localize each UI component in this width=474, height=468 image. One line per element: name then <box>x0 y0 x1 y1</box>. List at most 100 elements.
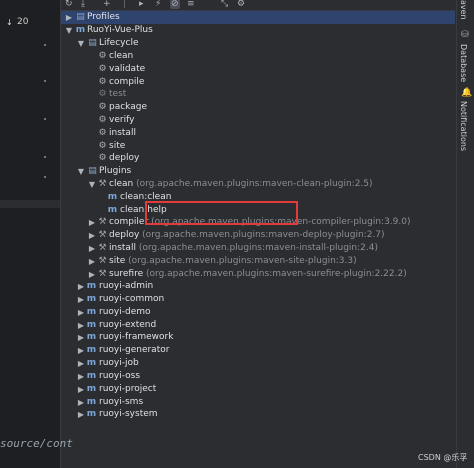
toggle-offline-icon[interactable]: ⚡ <box>155 0 161 9</box>
plugin-coordinates: (org.apache.maven.plugins:maven-install-… <box>138 243 378 253</box>
chevron-right-icon[interactable]: ▶ <box>76 383 86 396</box>
notifications-tab[interactable]: Notifications <box>459 101 468 151</box>
chevron-right-icon[interactable]: ▶ <box>76 293 86 306</box>
plugin-name: compiler <box>109 217 149 227</box>
watermark: CSDN @乐孚 <box>418 453 468 462</box>
gear-icon: ⚙ <box>98 102 107 112</box>
folder-icon: ▤ <box>88 166 97 176</box>
skip-tests-icon[interactable]: ⊘ <box>170 0 180 9</box>
database-tab[interactable]: Database <box>459 44 468 82</box>
chevron-right-icon[interactable]: ▶ <box>76 331 86 344</box>
gutter-marker <box>44 80 46 82</box>
chevron-down-icon[interactable]: ▼ <box>87 178 97 191</box>
fold-arrow-icon[interactable]: ↓ <box>6 18 13 27</box>
module-label: ruoyi-demo <box>99 307 151 317</box>
plugin-name: clean <box>109 179 134 189</box>
chevron-right-icon[interactable]: ▶ <box>76 408 86 421</box>
maven-module-icon: m <box>86 345 97 355</box>
plugin-coordinates: (org.apache.maven.plugins:maven-clean-pl… <box>136 179 373 189</box>
plugin-icon: ⚒ <box>98 217 107 227</box>
lifecycle-label: install <box>109 128 136 138</box>
chevron-right-icon[interactable]: ▶ <box>87 242 97 255</box>
bell-icon[interactable]: 🔔 <box>461 88 472 98</box>
module-label: ruoyi-common <box>99 294 165 304</box>
maven-module-icon: m <box>86 307 97 317</box>
maven-module-icon: m <box>86 281 97 291</box>
folder-icon: ▤ <box>76 12 85 22</box>
editor-divider <box>0 200 60 208</box>
folder-icon: ▤ <box>88 38 97 48</box>
maven-goal-icon: m <box>107 192 118 202</box>
maven-toolbar: ↻ ⤓ + | ▸ ⚡ ⊘ ≡ ⤡ ⚙ <box>61 0 455 11</box>
plugin-name: site <box>109 256 126 266</box>
plugin-coordinates: (org.apache.maven.plugins:maven-surefire… <box>146 269 407 279</box>
plugin-icon: ⚒ <box>98 256 107 266</box>
gear-icon: ⚙ <box>98 115 107 125</box>
lifecycle-label: validate <box>109 64 146 74</box>
chevron-right-icon[interactable]: ▶ <box>76 344 86 357</box>
tree-label-lifecycle: Lifecycle <box>99 38 139 48</box>
chevron-down-icon[interactable]: ▼ <box>64 24 74 37</box>
download-icon[interactable]: ⤓ <box>81 0 85 9</box>
maven-tab[interactable]: aven <box>459 0 468 20</box>
gear-icon: ⚙ <box>98 128 107 138</box>
tree-label-plugins: Plugins <box>99 166 132 176</box>
maven-module-icon: m <box>86 294 97 304</box>
chevron-right-icon[interactable]: ▶ <box>87 229 97 242</box>
maven-module-icon: m <box>86 358 97 368</box>
chevron-right-icon[interactable]: ▶ <box>76 370 86 383</box>
maven-tree: ▶ ▤ Profiles ▼ m RuoYi-Vue-Plus ▼ ▤ Life… <box>61 11 455 441</box>
gear-icon: ⚙ <box>98 51 107 61</box>
module-label: ruoyi-generator <box>99 345 170 355</box>
settings-icon[interactable]: ⚙ <box>237 0 245 9</box>
lifecycle-label: package <box>109 102 147 112</box>
gutter-marker <box>44 176 46 178</box>
lifecycle-label: deploy <box>109 153 140 163</box>
tree-label-project: RuoYi-Vue-Plus <box>87 25 153 35</box>
gutter-line-number: 20 <box>17 17 29 27</box>
plugin-icon: ⚒ <box>98 230 107 240</box>
lifecycle-label: test <box>109 89 127 99</box>
chevron-down-icon[interactable]: ▼ <box>76 165 86 178</box>
chevron-right-icon[interactable]: ▶ <box>64 11 74 24</box>
plugin-icon: ⚒ <box>98 243 107 253</box>
collapse-all-icon[interactable]: ⤡ <box>221 0 228 9</box>
gear-icon: ⚙ <box>98 89 107 99</box>
tree-row-profiles[interactable]: ▶ ▤ Profiles <box>61 11 455 24</box>
plugin-coordinates: (org.apache.maven.plugins:maven-deploy-p… <box>142 230 385 240</box>
right-tool-sidebar: aven ⛁ Database 🔔 Notifications <box>456 0 474 468</box>
run-icon[interactable]: ▸ <box>139 0 144 9</box>
module-label: ruoyi-admin <box>99 281 154 291</box>
chevron-down-icon[interactable]: ▼ <box>76 37 86 50</box>
module-label: ruoyi-job <box>99 358 139 368</box>
maven-module-icon: m <box>86 409 97 419</box>
gear-icon: ⚙ <box>98 153 107 163</box>
chevron-right-icon[interactable]: ▶ <box>87 216 97 229</box>
gutter-marker <box>44 118 46 120</box>
plugin-name: install <box>109 243 136 253</box>
database-icon[interactable]: ⛁ <box>461 30 469 40</box>
gear-icon: ⚙ <box>98 64 107 74</box>
maven-module-icon: m <box>86 332 97 342</box>
chevron-right-icon[interactable]: ▶ <box>76 357 86 370</box>
module-label: ruoyi-oss <box>99 371 141 381</box>
chevron-right-icon[interactable]: ▶ <box>76 280 86 293</box>
plugin-name: deploy <box>109 230 140 240</box>
separator-icon: | <box>123 0 127 9</box>
add-icon[interactable]: + <box>103 0 111 9</box>
show-dependencies-icon[interactable]: ≡ <box>187 0 195 9</box>
highlight-annotation-box <box>145 201 298 225</box>
module-label: ruoyi-project <box>99 384 157 394</box>
refresh-icon[interactable]: ↻ <box>65 0 73 9</box>
module-label: ruoyi-system <box>99 409 158 419</box>
chevron-right-icon[interactable]: ▶ <box>76 306 86 319</box>
chevron-right-icon[interactable]: ▶ <box>87 255 97 268</box>
maven-module-icon: m <box>86 371 97 381</box>
tree-label-profiles: Profiles <box>87 12 120 22</box>
module-label: ruoyi-framework <box>99 332 174 342</box>
lifecycle-label: clean <box>109 51 134 61</box>
editor-panel: ↓ 20 source/cont <box>0 0 73 468</box>
gutter-marker <box>44 156 46 158</box>
plugin-icon: ⚒ <box>98 179 107 189</box>
maven-project-icon: m <box>75 25 86 35</box>
